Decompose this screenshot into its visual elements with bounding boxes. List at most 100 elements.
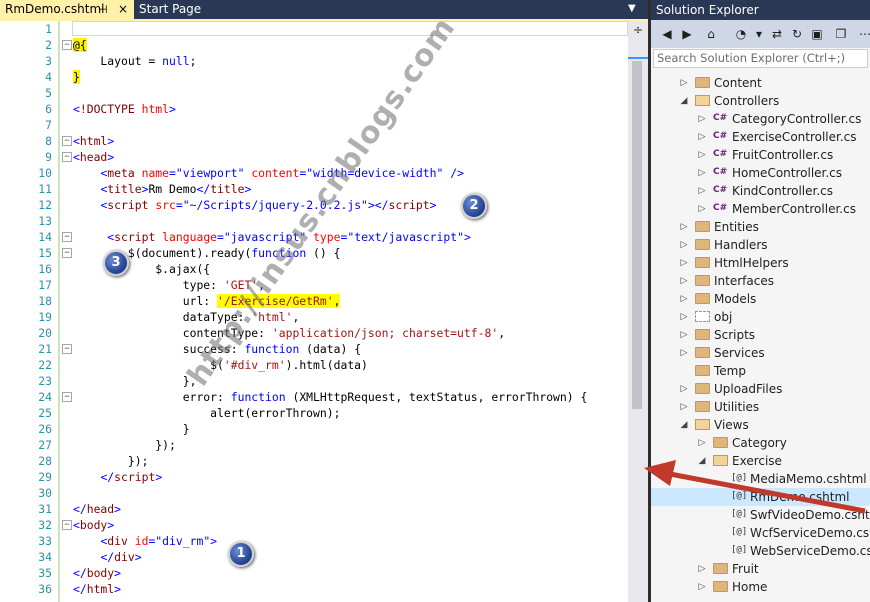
- collapse-icon[interactable]: −: [62, 392, 72, 402]
- tree-item[interactable]: ▷ C# CategoryController.cs: [651, 110, 870, 128]
- code-line[interactable]: Layout = null;: [73, 53, 196, 69]
- sync-icon[interactable]: ⇄: [769, 26, 785, 42]
- code-line[interactable]: @{: [73, 37, 87, 53]
- code-line[interactable]: url: '/Exercise/GetRm',: [73, 293, 341, 309]
- tree-item[interactable]: ▷ Scripts: [651, 326, 870, 344]
- expand-arrow-icon[interactable]: ▷: [697, 200, 707, 218]
- expand-arrow-icon[interactable]: ▷: [697, 164, 707, 182]
- back-icon[interactable]: ◀: [659, 26, 675, 42]
- code-line[interactable]: <title>Rm Demo</title>: [73, 181, 251, 197]
- code-line[interactable]: }: [73, 69, 80, 85]
- tree-item[interactable]: ▷ obj: [651, 308, 870, 326]
- code-line[interactable]: alert(errorThrown);: [73, 405, 340, 421]
- collapse-icon[interactable]: −: [62, 232, 72, 242]
- code-line[interactable]: <head>: [73, 149, 114, 165]
- solution-explorer-search-input[interactable]: Search Solution Explorer (Ctrl+;): [653, 49, 868, 68]
- tree-item[interactable]: ▷ C# FruitController.cs: [651, 146, 870, 164]
- expand-arrow-icon[interactable]: ▷: [679, 308, 689, 326]
- dropdown-icon[interactable]: ▾: [751, 26, 767, 42]
- tree-item[interactable]: ▷ Home: [651, 578, 870, 596]
- code-line[interactable]: type: 'GET',: [73, 277, 265, 293]
- code-line[interactable]: </div>: [73, 549, 141, 565]
- expand-arrow-icon[interactable]: ▷: [697, 182, 707, 200]
- tree-item[interactable]: [@]WcfServiceDemo.cshtml: [651, 524, 870, 542]
- tree-item[interactable]: ▷ Content: [651, 74, 870, 92]
- code-line[interactable]: $.ajax({: [73, 261, 210, 277]
- collapse-all-icon[interactable]: ▣: [809, 26, 825, 42]
- expand-arrow-icon[interactable]: ▷: [697, 560, 707, 578]
- tree-item[interactable]: ▷ C# MemberController.cs: [651, 200, 870, 218]
- code-line[interactable]: </head>: [73, 501, 121, 517]
- collapse-icon[interactable]: −: [62, 248, 72, 258]
- code-line[interactable]: <div id="div_rm">: [73, 533, 217, 549]
- collapse-icon[interactable]: −: [62, 40, 72, 50]
- code-line[interactable]: <html>: [73, 133, 114, 149]
- forward-icon[interactable]: ▶: [679, 26, 695, 42]
- code-line[interactable]: <!DOCTYPE html>: [73, 101, 176, 117]
- show-all-files-icon[interactable]: ❐: [833, 26, 849, 42]
- tree-item[interactable]: ▷ C# ExerciseController.cs: [651, 128, 870, 146]
- tree-item[interactable]: ▷ Fruit: [651, 560, 870, 578]
- history-icon[interactable]: ◔: [733, 26, 749, 42]
- tree-item[interactable]: ◢ Controllers: [651, 92, 870, 110]
- collapse-arrow-icon[interactable]: ◢: [679, 92, 689, 110]
- tab-rmdemo[interactable]: RmDemo.cshtml ⊣ ×: [0, 0, 134, 19]
- tree-item[interactable]: ▷ Models: [651, 290, 870, 308]
- expand-arrow-icon[interactable]: ▷: [679, 326, 689, 344]
- tree-item[interactable]: ▷ Handlers: [651, 236, 870, 254]
- refresh-icon[interactable]: ↻: [789, 26, 805, 42]
- code-editor[interactable]: RmDemo.cshtml ⊣ × Start Page ▼ 1 2− @{3 La…: [0, 0, 648, 602]
- expand-arrow-icon[interactable]: ▷: [679, 290, 689, 308]
- code-area[interactable]: 1 2− @{3 Layout = null; 4} 5 6 <!DOCTYPE html>…: [0, 21, 628, 602]
- tree-item[interactable]: ▷ Utilities: [651, 398, 870, 416]
- code-line[interactable]: });: [73, 453, 149, 469]
- collapse-icon[interactable]: −: [62, 344, 72, 354]
- collapse-icon[interactable]: −: [62, 152, 72, 162]
- code-line[interactable]: });: [73, 437, 176, 453]
- scrollbar-thumb[interactable]: [632, 61, 642, 409]
- pin-icon[interactable]: ⊣: [98, 0, 108, 19]
- split-view-icon[interactable]: ÷: [631, 23, 645, 37]
- code-line[interactable]: <body>: [73, 517, 114, 533]
- code-line[interactable]: </body>: [73, 565, 121, 581]
- expand-arrow-icon[interactable]: ▷: [679, 236, 689, 254]
- tree-item[interactable]: ▷ UploadFiles: [651, 380, 870, 398]
- code-line[interactable]: <meta name="viewport" content="width=dev…: [73, 165, 464, 181]
- tree-item[interactable]: ◢ Views: [651, 416, 870, 434]
- home-icon[interactable]: ⌂: [703, 26, 719, 42]
- code-line[interactable]: <script src="~/Scripts/jquery-2.0.2.js">…: [73, 197, 436, 213]
- code-line[interactable]: contentType: 'application/json; charset=…: [73, 325, 505, 341]
- expand-arrow-icon[interactable]: ▷: [697, 434, 707, 452]
- tree-item[interactable]: ▷ Category: [651, 434, 870, 452]
- expand-arrow-icon[interactable]: ▷: [679, 74, 689, 92]
- expand-arrow-icon[interactable]: ▷: [697, 578, 707, 596]
- tab-start-page[interactable]: Start Page: [134, 0, 254, 19]
- code-line[interactable]: </html>: [73, 581, 121, 597]
- expand-arrow-icon[interactable]: ▷: [697, 128, 707, 146]
- collapse-icon[interactable]: −: [62, 520, 72, 530]
- expand-arrow-icon[interactable]: ▷: [679, 398, 689, 416]
- expand-arrow-icon[interactable]: ▷: [697, 146, 707, 164]
- collapse-icon[interactable]: −: [62, 136, 72, 146]
- code-line[interactable]: },: [73, 373, 197, 389]
- code-line[interactable]: </script>: [73, 469, 162, 485]
- tree-item[interactable]: [@]WebServiceDemo.cshtml: [651, 542, 870, 560]
- tree-item[interactable]: ▷ C# KindController.cs: [651, 182, 870, 200]
- tree-item[interactable]: ▷ Interfaces: [651, 272, 870, 290]
- expand-arrow-icon[interactable]: ▷: [679, 272, 689, 290]
- code-line[interactable]: }: [73, 421, 190, 437]
- code-line[interactable]: error: function (XMLHttpRequest, textSta…: [73, 389, 588, 405]
- tab-dropdown-icon[interactable]: ▼: [628, 3, 636, 14]
- expand-arrow-icon[interactable]: ▷: [679, 380, 689, 398]
- expand-arrow-icon[interactable]: ▷: [697, 110, 707, 128]
- tree-item[interactable]: ▷ Services: [651, 344, 870, 362]
- tree-item[interactable]: Temp: [651, 362, 870, 380]
- expand-arrow-icon[interactable]: ▷: [679, 254, 689, 272]
- expand-arrow-icon[interactable]: ▷: [679, 218, 689, 236]
- close-icon[interactable]: ×: [118, 0, 128, 19]
- solution-tree[interactable]: ▷ Content ◢ Controllers ▷ C# CategoryControlle…: [651, 74, 870, 602]
- tree-item[interactable]: ▷ Entities: [651, 218, 870, 236]
- properties-icon[interactable]: ⋯: [857, 26, 870, 42]
- collapse-arrow-icon[interactable]: ◢: [679, 416, 689, 434]
- tree-item[interactable]: ▷ HtmlHelpers: [651, 254, 870, 272]
